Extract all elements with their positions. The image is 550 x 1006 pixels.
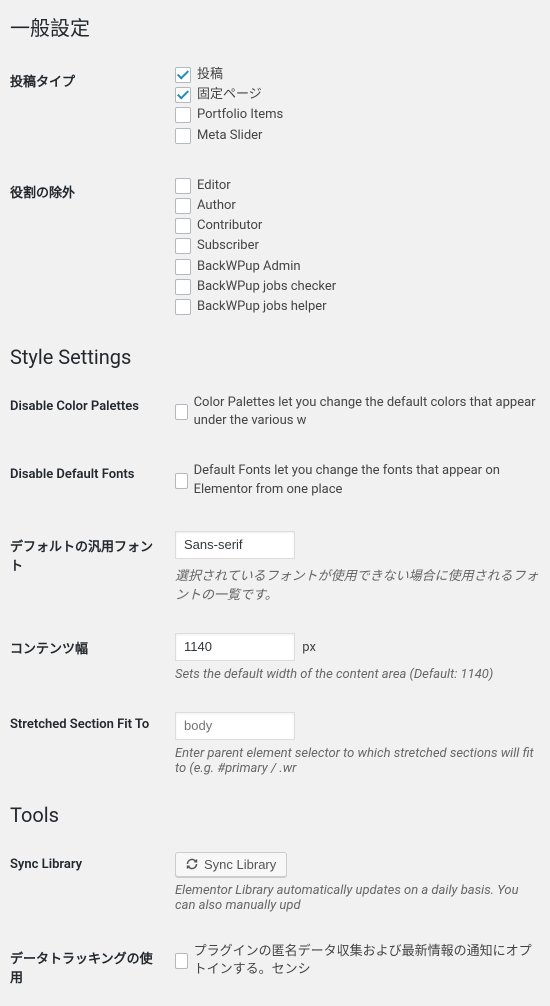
stretched-fit-label: Stretched Section Fit To <box>0 697 165 791</box>
stretched-fit-input[interactable] <box>175 712 295 740</box>
disable-fonts-desc: Default Fonts let you change the fonts t… <box>194 462 540 498</box>
data-tracking-label: データトラッキングの使用 <box>0 928 165 1006</box>
role-subscriber-label: Subscriber <box>197 237 259 255</box>
role-bwpup-admin-checkbox[interactable] <box>175 259 191 275</box>
role-author-checkbox[interactable] <box>175 198 191 214</box>
generic-font-input[interactable] <box>175 531 295 559</box>
sync-library-button-label: Sync Library <box>204 857 276 872</box>
role-bwpup-checker-checkbox[interactable] <box>175 279 191 295</box>
content-width-unit: px <box>302 640 316 655</box>
role-editor-checkbox[interactable] <box>175 178 191 194</box>
data-tracking-checkbox[interactable] <box>175 953 188 969</box>
sync-library-button[interactable]: Sync Library <box>175 852 287 877</box>
generic-font-label: デフォルトの汎用フォント <box>0 516 165 618</box>
post-type-post-label: 投稿 <box>197 66 223 84</box>
role-bwpup-admin-label: BackWPup Admin <box>197 258 301 276</box>
post-type-post-checkbox[interactable] <box>175 67 191 83</box>
post-type-page-checkbox[interactable] <box>175 87 191 103</box>
disable-palettes-desc: Color Palettes let you change the defaul… <box>194 394 540 430</box>
disable-palettes-label: Disable Color Palettes <box>0 379 165 447</box>
role-editor-label: Editor <box>197 177 231 195</box>
data-tracking-desc: プラグインの匿名データ収集および最新情報の通知にオプトインする。センシ <box>194 943 540 979</box>
post-type-portfolio-label: Portfolio Items <box>197 106 283 124</box>
content-width-desc: Sets the default width of the content ar… <box>175 667 540 682</box>
role-bwpup-helper-checkbox[interactable] <box>175 299 191 315</box>
stretched-fit-desc: Enter parent element selector to which s… <box>175 746 540 776</box>
post-types-label: 投稿タイプ <box>0 51 165 162</box>
role-subscriber-checkbox[interactable] <box>175 238 191 254</box>
section-tools-heading: Tools <box>0 791 550 837</box>
content-width-label: コンテンツ幅 <box>0 618 165 697</box>
role-bwpup-helper-label: BackWPup jobs helper <box>197 298 327 316</box>
exclude-roles-label: 役割の除外 <box>0 162 165 333</box>
disable-fonts-checkbox[interactable] <box>175 473 188 489</box>
role-contributor-label: Contributor <box>197 217 262 235</box>
post-types-cell: 投稿 固定ページ Portfolio Items Meta Slider <box>165 51 550 162</box>
refresh-icon <box>186 858 198 870</box>
disable-palettes-checkbox[interactable] <box>175 404 188 420</box>
sync-library-desc: Elementor Library automatically updates … <box>175 883 540 913</box>
post-type-page-label: 固定ページ <box>197 86 262 104</box>
sync-library-label: Sync Library <box>0 837 165 928</box>
post-type-metaslider-label: Meta Slider <box>197 127 262 145</box>
role-contributor-checkbox[interactable] <box>175 218 191 234</box>
section-general-heading: 一般設定 <box>0 0 550 51</box>
exclude-roles-cell: Editor Author Contributor Subscriber Bac… <box>165 162 550 333</box>
content-width-input[interactable] <box>175 633 295 661</box>
generic-font-desc: 選択されているフォントが使用できない場合に使用されるフォントの一覧です。 <box>175 565 540 603</box>
disable-fonts-label: Disable Default Fonts <box>0 447 165 515</box>
post-type-metaslider-checkbox[interactable] <box>175 128 191 144</box>
role-author-label: Author <box>197 197 236 215</box>
post-type-portfolio-checkbox[interactable] <box>175 107 191 123</box>
section-style-heading: Style Settings <box>0 333 550 379</box>
role-bwpup-checker-label: BackWPup jobs checker <box>197 278 336 296</box>
